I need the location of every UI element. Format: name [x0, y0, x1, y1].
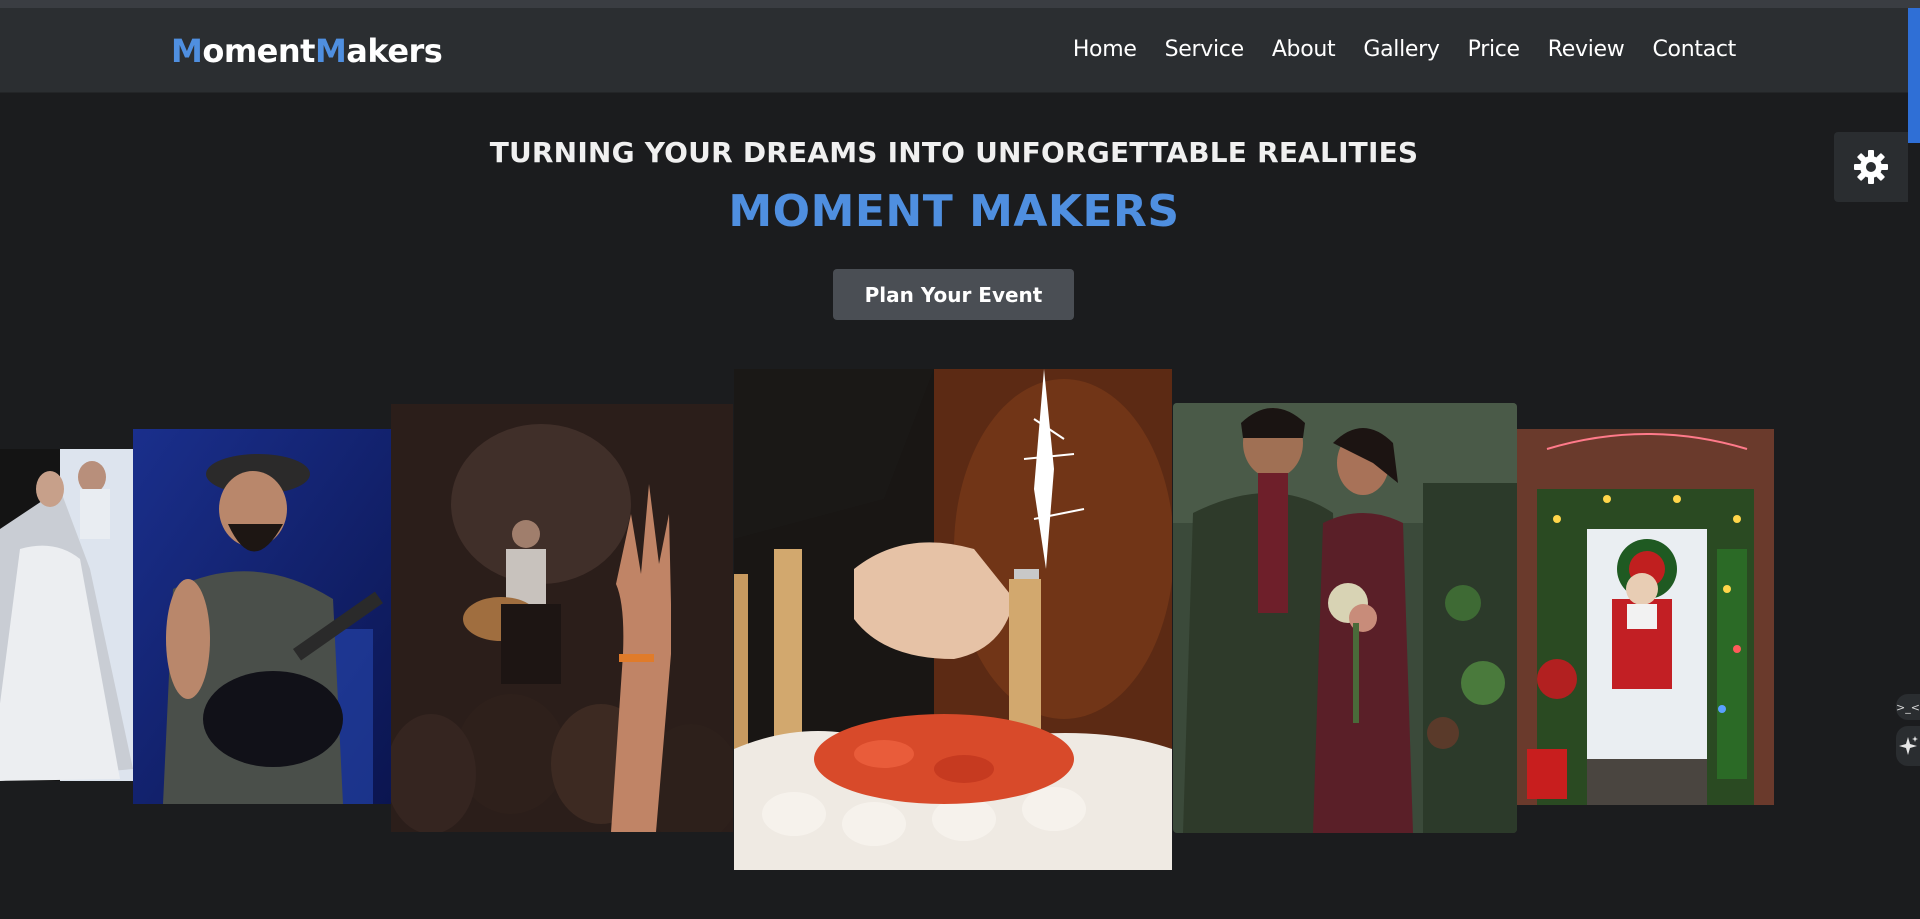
logo-initial-m2: M [314, 32, 347, 70]
page-scrollbar-track[interactable] [1908, 8, 1920, 919]
nav-contact[interactable]: Contact [1653, 37, 1737, 62]
concert-crowd-photo[interactable] [391, 404, 733, 832]
nav-review[interactable]: Review [1548, 37, 1625, 62]
logo-text-moment: oment [202, 32, 315, 70]
birthday-cake-sparkler-photo[interactable] [734, 369, 1172, 870]
main-nav: Home Service About Gallery Price Review … [1045, 37, 1736, 62]
engaged-couple-photo[interactable] [1173, 403, 1517, 833]
nav-price[interactable]: Price [1468, 37, 1520, 62]
ai-assistant-button[interactable] [1896, 726, 1920, 766]
nav-gallery[interactable]: Gallery [1363, 37, 1440, 62]
hero-title: MOMENT MAKERS [728, 186, 1180, 237]
navbar: MomentMakers Home Service About Gallery … [0, 8, 1920, 93]
page-scrollbar-thumb[interactable] [1908, 8, 1920, 143]
christmas-decorated-door-photo[interactable] [1517, 429, 1774, 805]
guitarist-performing-photo[interactable] [133, 429, 391, 804]
logo-initial-m1: M [171, 32, 203, 70]
code-tool-button[interactable]: >_< [1896, 694, 1920, 720]
nav-service[interactable]: Service [1165, 37, 1245, 62]
nav-about[interactable]: About [1272, 37, 1336, 62]
sparkle-icon [1899, 736, 1918, 755]
bride-and-groom-photo[interactable] [0, 449, 133, 781]
code-icon: >_< [1896, 700, 1920, 714]
hero-subtitle: TURNING YOUR DREAMS INTO UNFORGETTABLE R… [489, 136, 1419, 169]
logo-text-makers: akers [346, 32, 443, 70]
plan-your-event-button[interactable]: Plan Your Event [833, 269, 1074, 320]
site-logo[interactable]: MomentMakers [171, 32, 443, 70]
browser-top-strip [0, 0, 1920, 8]
nav-home[interactable]: Home [1073, 37, 1137, 62]
